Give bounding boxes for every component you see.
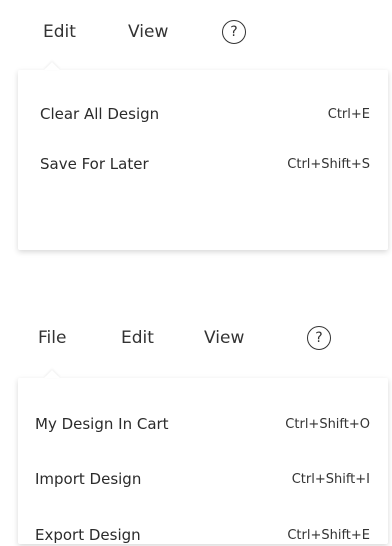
menu-item-my-design-in-cart[interactable]: My Design In Cart Ctrl+Shift+O	[18, 413, 388, 435]
help-icon[interactable]: ?	[307, 326, 331, 350]
menu-item-clear-all-design[interactable]: Clear All Design Ctrl+E	[18, 103, 388, 125]
bottom-tab-view[interactable]: View	[204, 328, 244, 348]
help-icon[interactable]: ?	[222, 20, 246, 44]
menu-item-save-for-later[interactable]: Save For Later Ctrl+Shift+S	[18, 153, 388, 175]
shortcut-label: Ctrl+Shift+I	[291, 471, 370, 487]
top-edit-dropdown: Clear All Design Ctrl+E Save For Later C…	[18, 62, 388, 250]
menu-item-label: Export Design	[35, 526, 141, 544]
top-menubar: Edit View ?	[0, 16, 392, 48]
menu-item-import-design[interactable]: Import Design Ctrl+Shift+I	[18, 468, 388, 490]
top-tab-view[interactable]: View	[128, 22, 168, 42]
shortcut-label: Ctrl+E	[327, 106, 370, 122]
bottom-tab-file[interactable]: File	[38, 328, 66, 348]
top-tab-edit[interactable]: Edit	[43, 22, 76, 42]
bottom-file-dropdown: My Design In Cart Ctrl+Shift+O Import De…	[18, 370, 388, 546]
bottom-tab-edit[interactable]: Edit	[121, 328, 154, 348]
bottom-menubar: File Edit View ?	[0, 322, 392, 354]
menu-item-label: Save For Later	[40, 155, 149, 173]
menu-item-label: Import Design	[35, 470, 142, 488]
shortcut-label: Ctrl+Shift+O	[285, 416, 370, 432]
menu-item-label: My Design In Cart	[35, 415, 169, 433]
dropdown-caret	[44, 62, 60, 70]
menu-item-export-design[interactable]: Export Design Ctrl+Shift+E	[18, 524, 388, 546]
shortcut-label: Ctrl+Shift+S	[287, 156, 370, 172]
shortcut-label: Ctrl+Shift+E	[287, 527, 370, 543]
menu-item-label: Clear All Design	[40, 105, 160, 123]
dropdown-caret	[44, 370, 60, 378]
